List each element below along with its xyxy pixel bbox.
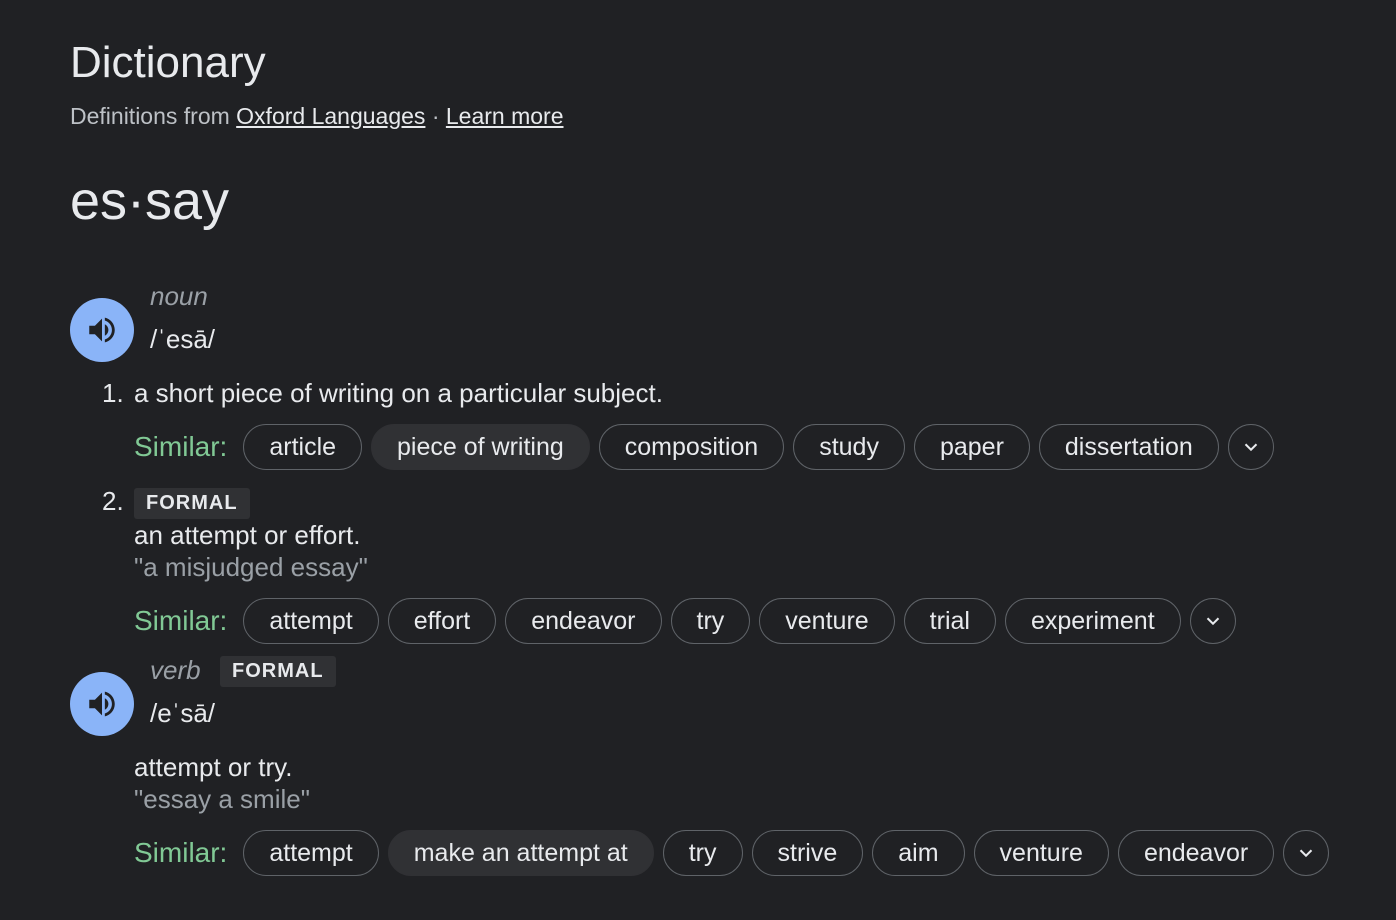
similar-chip[interactable]: endeavor <box>505 598 662 644</box>
similar-chip[interactable]: try <box>670 598 751 644</box>
similar-chip[interactable]: composition <box>598 424 785 470</box>
dictionary-title: Dictionary <box>70 38 266 87</box>
source-separator: · <box>431 103 440 129</box>
similar-row: Similar: attempt effort endeavor try ven… <box>134 597 1236 645</box>
similar-chip[interactable]: attempt <box>243 830 379 876</box>
formal-badge: FORMAL <box>134 488 250 519</box>
verb-pos: verb <box>150 655 201 685</box>
expand-similar-button[interactable] <box>1283 830 1330 876</box>
similar-chip[interactable]: experiment <box>1004 598 1181 644</box>
definition-text: a short piece of writing on a particular… <box>134 378 663 408</box>
similar-chip[interactable]: aim <box>872 830 965 876</box>
source-prefix: Definitions from <box>70 103 230 129</box>
similar-label: Similar: <box>134 431 228 462</box>
formal-badge: FORMAL <box>220 656 336 687</box>
headword: es·say <box>70 171 230 231</box>
source-line: Definitions from Oxford Languages · Lear… <box>70 103 564 130</box>
similar-row: Similar: attempt make an attempt at try … <box>134 829 1330 877</box>
similar-chip[interactable]: attempt <box>243 598 379 644</box>
noun-phonetic: /ˈesā/ <box>150 324 216 354</box>
chevron-down-icon <box>1244 443 1257 452</box>
similar-chip[interactable]: study <box>793 424 905 470</box>
verb-pronounce-button[interactable] <box>70 672 134 736</box>
similar-chip[interactable]: try <box>662 830 743 876</box>
verb-phonetic: /eˈsā/ <box>150 698 216 728</box>
similar-chip[interactable]: endeavor <box>1117 830 1275 876</box>
learn-more-link[interactable]: Learn more <box>446 103 564 129</box>
definition-example: "essay a smile" <box>134 784 310 814</box>
similar-label: Similar: <box>134 837 228 868</box>
similar-row: Similar: article piece of writing compos… <box>134 423 1274 471</box>
similar-chip[interactable]: effort <box>387 598 497 644</box>
chevron-down-icon <box>1299 849 1313 858</box>
noun-pos: noun <box>150 281 208 311</box>
speaker-icon <box>89 691 115 717</box>
similar-chip[interactable]: make an attempt at <box>387 830 654 876</box>
expand-similar-button[interactable] <box>1227 424 1274 470</box>
similar-chip[interactable]: dissertation <box>1038 424 1219 470</box>
oxford-languages-link[interactable]: Oxford Languages <box>236 103 425 129</box>
chevron-down-icon <box>1206 617 1219 626</box>
expand-similar-button[interactable] <box>1189 598 1236 644</box>
similar-chip[interactable]: piece of writing <box>371 424 590 470</box>
definition-example: "a misjudged essay" <box>134 552 368 582</box>
similar-chip[interactable]: article <box>243 424 363 470</box>
definition-number: 1. <box>102 378 124 408</box>
similar-chip[interactable]: venture <box>973 830 1109 876</box>
similar-chip[interactable]: strive <box>751 830 864 876</box>
similar-chip[interactable]: venture <box>759 598 895 644</box>
noun-pronounce-button[interactable] <box>70 298 134 362</box>
definition-number: 2. <box>102 486 124 516</box>
similar-chip[interactable]: trial <box>903 598 996 644</box>
definition-text: an attempt or effort. <box>134 520 361 550</box>
speaker-icon <box>89 317 115 343</box>
similar-label: Similar: <box>134 605 228 636</box>
similar-chip[interactable]: paper <box>913 424 1030 470</box>
definition-text: attempt or try. <box>134 752 293 782</box>
